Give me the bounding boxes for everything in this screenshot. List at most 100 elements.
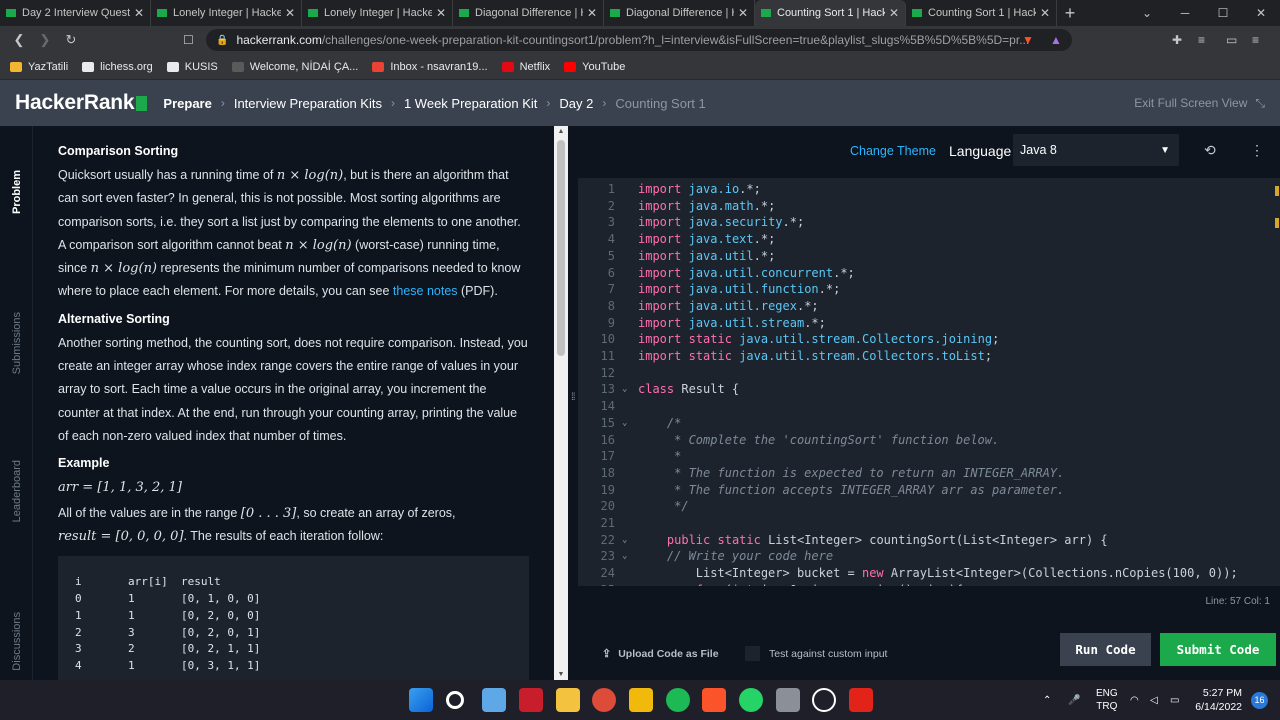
clock-app-icon[interactable] <box>812 688 836 712</box>
upload-code-button[interactable]: ⇪ Upload Code as File <box>602 647 719 661</box>
new-tab-button[interactable]: + <box>1057 0 1083 26</box>
code-line[interactable]: 24 List<Integer> bucket = new ArrayList<… <box>578 565 1280 582</box>
brave-icon[interactable] <box>702 688 726 712</box>
exit-fullscreen-link[interactable]: Exit Full Screen View ⤡ <box>1134 96 1265 111</box>
bookmark-item[interactable]: YouTube <box>564 61 625 73</box>
forward-icon[interactable]: ❯ <box>32 32 58 48</box>
close-tab-icon[interactable]: ✕ <box>587 6 597 20</box>
close-tab-icon[interactable]: ✕ <box>134 6 144 20</box>
browser-tab[interactable]: Diagonal Difference | Hacke ✕ <box>604 0 755 26</box>
bookmark-item[interactable]: KUSIS <box>166 61 218 73</box>
these-notes-link[interactable]: these notes <box>393 284 458 298</box>
custom-input-checkbox[interactable] <box>745 646 760 661</box>
code-line[interactable]: 21 <box>578 515 1280 532</box>
tab-discussions[interactable]: Discussions <box>0 612 33 671</box>
hackerrank-logo[interactable]: HackerRank <box>15 91 148 115</box>
scrollbar-thumb[interactable] <box>557 140 565 356</box>
code-editor[interactable]: 1 import java.io.*; 2 import java.math.*; 3 i… <box>578 178 1280 586</box>
menu-icon[interactable]: ≡ <box>1252 26 1259 54</box>
scroll-down-icon[interactable]: ▼ <box>554 671 568 678</box>
code-line[interactable]: 8 import java.util.regex.*; <box>578 298 1280 315</box>
more-options-icon[interactable]: ⋮ <box>1250 142 1264 159</box>
code-line[interactable]: 10 import static java.util.stream.Collect… <box>578 331 1280 348</box>
chrome-icon[interactable] <box>592 688 616 712</box>
fold-chevron-icon[interactable]: ⌄ <box>622 532 627 549</box>
tray-overflow-icon[interactable]: ⌃ <box>1043 680 1051 720</box>
whatsapp-icon[interactable] <box>739 688 763 712</box>
pane-resize-handle[interactable]: ⁞⁞ <box>571 392 575 403</box>
bookmark-item[interactable]: Inbox - nsavran19... <box>372 61 488 73</box>
code-line[interactable]: 25 for (int i = 0; i < arr.size(); i++){ <box>578 582 1280 586</box>
breadcrumb-week-kit[interactable]: 1 Week Preparation Kit <box>404 96 537 111</box>
tab-submissions[interactable]: Submissions <box>0 312 33 374</box>
spotify-icon[interactable] <box>666 688 690 712</box>
search-icon[interactable] <box>446 691 464 709</box>
close-window-button[interactable]: ✕ <box>1242 0 1280 26</box>
input-language[interactable]: ENG TRQ <box>1096 687 1118 713</box>
browser-tab[interactable]: Day 2 Interview Questions | ✕ <box>0 0 151 26</box>
url-bar[interactable]: 🔒 hackerrank.com/challenges/one-week-pre… <box>206 29 1072 51</box>
back-icon[interactable]: ❮ <box>6 32 32 48</box>
car-app-icon[interactable] <box>519 688 543 712</box>
start-icon[interactable] <box>409 688 433 712</box>
task-view-icon[interactable] <box>482 688 506 712</box>
code-line[interactable]: 15 ⌄ /* <box>578 415 1280 432</box>
history-icon[interactable]: ⟲ <box>1204 142 1216 159</box>
code-line[interactable]: 23 ⌄ // Write your code here <box>578 548 1280 565</box>
fold-chevron-icon[interactable]: ⌄ <box>622 381 627 398</box>
tab-problem[interactable]: Problem <box>0 170 33 214</box>
tab-leaderboard[interactable]: Leaderboard <box>0 460 33 522</box>
playlist-icon[interactable]: ≡ <box>1198 26 1205 54</box>
code-line[interactable]: 12 <box>578 365 1280 382</box>
change-theme-link[interactable]: Change Theme <box>850 144 936 158</box>
tab-search-icon[interactable]: ⌄ <box>1128 0 1166 26</box>
minimize-button[interactable]: ─ <box>1166 0 1204 26</box>
browser-tab[interactable]: Lonely Integer | HackerRank ✕ <box>302 0 453 26</box>
maximize-button[interactable]: ☐ <box>1204 0 1242 26</box>
problem-scrollbar[interactable]: ▲ ▼ <box>554 126 568 680</box>
code-line[interactable]: 13 ⌄ class Result { <box>578 381 1280 398</box>
code-line[interactable]: 14 <box>578 398 1280 415</box>
extensions-icon[interactable]: ✚ <box>1172 26 1182 54</box>
breadcrumb-interview-kits[interactable]: Interview Preparation Kits <box>234 96 382 111</box>
browser-tab[interactable]: Counting Sort 1 | HackerRa ✕ <box>906 0 1057 26</box>
bookmark-star-icon[interactable]: ☐ <box>183 26 194 54</box>
system-clock[interactable]: 5:27 PM 6/14/2022 <box>1195 686 1242 714</box>
code-line[interactable]: 17 * <box>578 448 1280 465</box>
code-line[interactable]: 4 import java.text.*; <box>578 231 1280 248</box>
fold-chevron-icon[interactable]: ⌄ <box>622 548 627 565</box>
fold-chevron-icon[interactable]: ⌄ <box>622 415 627 432</box>
binance-icon[interactable] <box>629 688 653 712</box>
code-line[interactable]: 3 import java.security.*; <box>578 214 1280 231</box>
battery-icon[interactable]: ▭ <box>1170 680 1179 720</box>
custom-input-toggle[interactable]: Test against custom input <box>745 646 887 661</box>
code-line[interactable]: 1 import java.io.*; <box>578 181 1280 198</box>
code-line[interactable]: 11 import static java.util.stream.Collect… <box>578 348 1280 365</box>
code-line[interactable]: 19 * The function accepts INTEGER_ARRAY … <box>578 482 1280 499</box>
volume-icon[interactable]: ◁ <box>1150 680 1158 720</box>
microphone-icon[interactable]: 🎤 <box>1068 680 1080 720</box>
code-line[interactable]: 2 import java.math.*; <box>578 198 1280 215</box>
calculator-icon[interactable] <box>776 688 800 712</box>
close-tab-icon[interactable]: ✕ <box>285 6 295 20</box>
code-line[interactable]: 5 import java.util.*; <box>578 248 1280 265</box>
language-select[interactable]: Java 8 ▼ <box>1013 134 1179 166</box>
acrobat-icon[interactable] <box>849 688 873 712</box>
run-code-button[interactable]: Run Code <box>1060 633 1151 666</box>
close-tab-icon[interactable]: ✕ <box>436 6 446 20</box>
code-line[interactable]: 16 * Complete the 'countingSort' functio… <box>578 432 1280 449</box>
close-tab-icon[interactable]: ✕ <box>738 6 748 20</box>
browser-tab[interactable]: Diagonal Difference | Hacke ✕ <box>453 0 604 26</box>
reload-icon[interactable]: ↻ <box>58 32 84 48</box>
code-line[interactable]: 18 * The function is expected to return … <box>578 465 1280 482</box>
bookmark-item[interactable]: YazTatili <box>10 61 68 73</box>
bookmark-item[interactable]: lichess.org <box>82 61 153 73</box>
submit-code-button[interactable]: Submit Code <box>1160 633 1276 666</box>
scroll-up-icon[interactable]: ▲ <box>554 128 568 135</box>
breadcrumb-prepare[interactable]: Prepare <box>163 96 211 111</box>
notification-badge[interactable]: 16 <box>1251 692 1268 709</box>
bookmark-item[interactable]: Netflix <box>501 61 550 73</box>
breadcrumb-day[interactable]: Day 2 <box>559 96 593 111</box>
wifi-icon[interactable]: ◠ <box>1130 680 1139 720</box>
code-line[interactable]: 22 ⌄ public static List<Integer> counting… <box>578 532 1280 549</box>
